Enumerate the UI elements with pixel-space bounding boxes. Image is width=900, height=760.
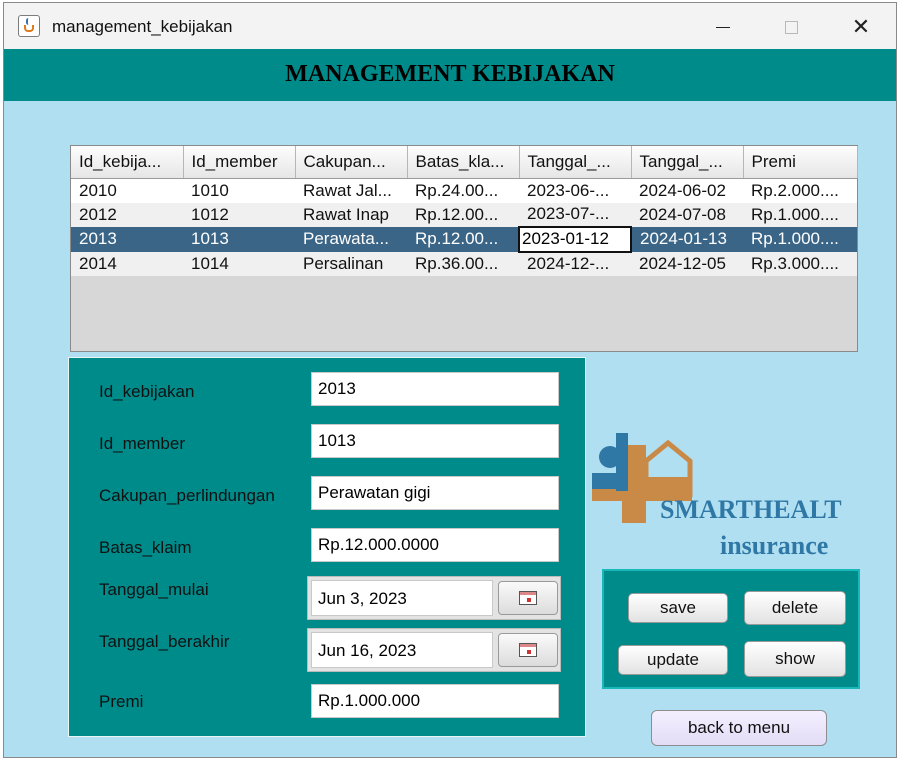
id-member-field[interactable]: 1013 — [311, 424, 559, 458]
window-title: management_kebijakan — [52, 17, 233, 36]
id-kebijakan-label: Id_kebijakan — [99, 382, 195, 401]
close-icon: ✕ — [851, 14, 871, 39]
column-header[interactable]: Tanggal_... — [519, 146, 632, 179]
table-cell[interactable]: Rp.12.00... — [407, 227, 519, 252]
java-cup-icon — [18, 15, 40, 37]
calendar-icon — [519, 591, 537, 605]
id-kebijakan-field[interactable]: 2013 — [311, 372, 559, 406]
tanggal-berakhir-field[interactable]: Jun 16, 2023 — [311, 632, 493, 668]
table-cell[interactable]: 1012 — [183, 202, 295, 227]
tanggal-mulai-picker: Jun 3, 2023 — [307, 576, 561, 620]
table-cell[interactable]: Rp.1.000.... — [743, 227, 857, 252]
calendar-icon — [519, 643, 537, 657]
table-cell[interactable]: 2024-12-... — [519, 251, 631, 276]
update-button[interactable]: update — [618, 645, 728, 675]
tanggal-mulai-label: Tanggal_mulai — [99, 580, 209, 599]
table-cell[interactable]: 2023-07-... — [519, 202, 631, 227]
column-header[interactable]: Tanggal_... — [631, 146, 744, 179]
policy-form: Id_kebijakan 2013 Id_member 1013 Cakupan… — [68, 357, 586, 737]
logo-text-smarthealt: SMARTHEALT — [660, 495, 842, 524]
cakupan-field[interactable]: Perawatan gigi — [311, 476, 559, 510]
column-header[interactable]: Premi — [743, 146, 858, 179]
table-row[interactable]: 2010 1010 Rawat Jal... Rp.24.00... 2023-… — [71, 178, 857, 203]
tanggal-mulai-field[interactable]: Jun 3, 2023 — [311, 580, 493, 616]
table-cell-editing[interactable]: 2023-01-12 — [518, 226, 632, 253]
table-cell[interactable]: Rp.24.00... — [407, 178, 519, 203]
table-cell[interactable]: Rp.3.000.... — [743, 251, 857, 276]
table-cell[interactable]: 1013 — [183, 227, 295, 252]
table-row-selected[interactable]: 2013 1013 Perawata... Rp.12.00... 2023-0… — [71, 226, 857, 253]
column-header[interactable]: Batas_kla... — [407, 146, 520, 179]
tanggal-berakhir-label: Tanggal_berakhir — [99, 632, 230, 651]
action-panel: save delete update show — [602, 569, 860, 689]
table-cell[interactable]: Rawat Jal... — [295, 178, 407, 203]
table-cell[interactable]: 2023-06-... — [519, 178, 631, 203]
maximize-icon — [784, 20, 798, 34]
table-cell[interactable]: 2013 — [71, 227, 183, 252]
header-band: MANAGEMENT KEBIJAKAN — [4, 49, 896, 101]
tanggal-mulai-calendar-button[interactable] — [498, 581, 558, 615]
table-cell[interactable]: 1014 — [183, 251, 295, 276]
save-button[interactable]: save — [628, 593, 728, 623]
minimize-button[interactable] — [700, 11, 746, 43]
table-row[interactable]: 2014 1014 Persalinan Rp.36.00... 2024-12… — [71, 251, 857, 276]
column-header[interactable]: Id_member — [183, 146, 296, 179]
delete-button[interactable]: delete — [744, 591, 846, 625]
premi-field[interactable]: Rp.1.000.000 — [311, 684, 559, 718]
batas-klaim-field[interactable]: Rp.12.000.0000 — [311, 528, 559, 562]
tanggal-berakhir-picker: Jun 16, 2023 — [307, 628, 561, 672]
minimize-icon — [716, 26, 730, 28]
table-cell[interactable]: Rp.1.000.... — [743, 202, 857, 227]
table-cell[interactable]: 2014 — [71, 251, 183, 276]
table-header-row: Id_kebija... Id_member Cakupan... Batas_… — [71, 146, 858, 179]
table-cell[interactable]: Rawat Inap — [295, 202, 407, 227]
table-cell[interactable]: Rp.12.00... — [407, 202, 519, 227]
tanggal-berakhir-calendar-button[interactable] — [498, 633, 558, 667]
maximize-button[interactable] — [768, 11, 814, 43]
table-row[interactable]: 2012 1012 Rawat Inap Rp.12.00... 2023-07… — [71, 202, 857, 227]
logo-text-insurance: insurance — [720, 531, 829, 560]
table-cell[interactable]: 2024-06-02 — [631, 178, 743, 203]
batas-klaim-label: Batas_klaim — [99, 538, 192, 557]
table-cell[interactable]: 2024-07-08 — [631, 202, 743, 227]
table-cell[interactable]: Perawata... — [295, 227, 407, 252]
table-cell[interactable]: 2024-12-05 — [631, 251, 743, 276]
table-cell[interactable]: Rp.36.00... — [407, 251, 519, 276]
table-cell[interactable]: Persalinan — [295, 251, 407, 276]
table-cell[interactable]: 2012 — [71, 202, 183, 227]
policy-table[interactable]: Id_kebija... Id_member Cakupan... Batas_… — [70, 145, 858, 352]
show-button[interactable]: show — [744, 641, 846, 677]
page-title: MANAGEMENT KEBIJAKAN — [285, 61, 615, 87]
table-cell[interactable]: 2024-01-13 — [631, 227, 743, 252]
id-member-label: Id_member — [99, 434, 185, 453]
table-cell[interactable]: Rp.2.000.... — [743, 178, 857, 203]
column-header[interactable]: Id_kebija... — [71, 146, 184, 179]
cakupan-label: Cakupan_perlindungan — [99, 486, 275, 505]
title-bar: management_kebijakan ✕ — [4, 3, 896, 49]
column-header[interactable]: Cakupan... — [295, 146, 408, 179]
close-button[interactable]: ✕ — [838, 11, 884, 43]
smarthealt-logo: SMARTHEALT insurance — [584, 431, 884, 571]
back-to-menu-button[interactable]: back to menu — [651, 710, 827, 746]
app-window: management_kebijakan ✕ MANAGEMENT KEBIJA… — [3, 2, 897, 758]
premi-label: Premi — [99, 692, 144, 711]
table-cell[interactable]: 2010 — [71, 178, 183, 203]
table-cell[interactable]: 1010 — [183, 178, 295, 203]
